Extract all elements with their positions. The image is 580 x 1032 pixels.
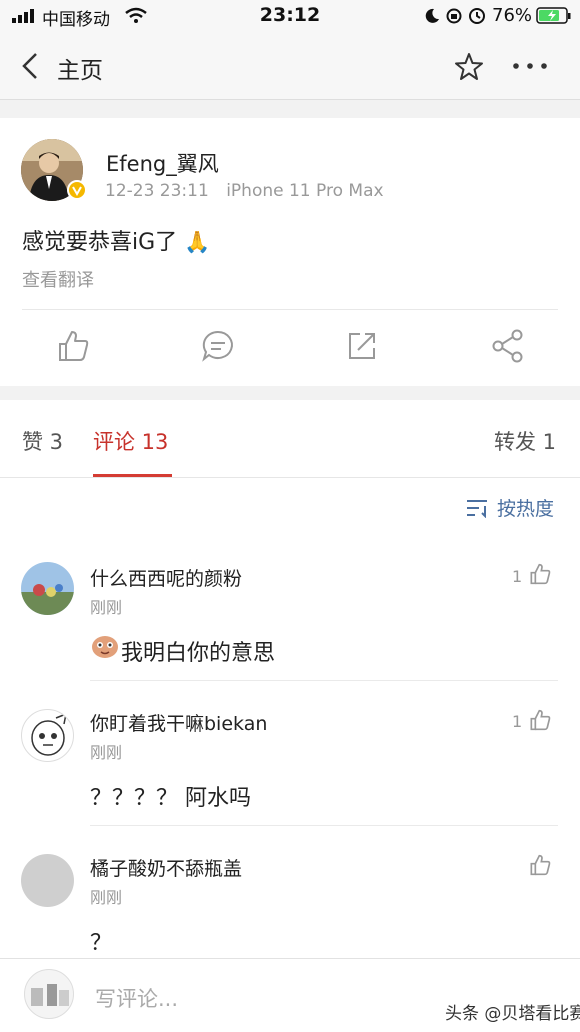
share-icon[interactable] bbox=[490, 328, 526, 364]
post-meta: 12-23 23:11 iPhone 11 Pro Max bbox=[105, 181, 384, 201]
alarm-icon bbox=[469, 8, 485, 24]
tab-bar: 赞 3 评论 13 转发 1 bbox=[0, 400, 580, 478]
comment-divider bbox=[90, 680, 558, 681]
commenter-name[interactable]: 什么西西呢的颜粉 bbox=[90, 564, 242, 591]
battery-percent: 76% bbox=[492, 5, 533, 26]
tab-comments[interactable]: 评论 13 bbox=[93, 426, 168, 456]
comment-like-count: 1 bbox=[512, 567, 523, 586]
comment-time: 刚刚 bbox=[90, 743, 123, 762]
like-icon[interactable] bbox=[55, 328, 91, 364]
commenter-photo bbox=[31, 712, 68, 756]
pray-emoji: 🙏 bbox=[184, 230, 211, 254]
divider bbox=[22, 309, 558, 310]
back-icon[interactable] bbox=[20, 52, 40, 80]
commenter-avatar[interactable] bbox=[21, 709, 74, 762]
comment-like-icon[interactable] bbox=[528, 853, 552, 877]
moon-icon bbox=[425, 8, 439, 23]
tab-likes[interactable]: 赞 3 bbox=[22, 426, 63, 456]
my-avatar-photo bbox=[31, 984, 69, 1006]
nav-bar: 主页 bbox=[0, 32, 580, 100]
commenter-name[interactable]: 你盯着我干嘛biekan bbox=[90, 709, 267, 736]
comment-time: 刚刚 bbox=[90, 598, 123, 617]
verified-badge-icon bbox=[67, 180, 87, 200]
comment-icon[interactable] bbox=[200, 328, 236, 364]
translate-link[interactable]: 查看翻译 bbox=[22, 266, 94, 292]
tab-reposts[interactable]: 转发 1 bbox=[494, 426, 556, 456]
post-device: iPhone 11 Pro Max bbox=[226, 181, 384, 201]
post-card: Efeng_翼风 12-23 23:11 iPhone 11 Pro Max 感… bbox=[0, 118, 580, 386]
comment-text: ？ bbox=[90, 931, 113, 956]
comment-divider bbox=[90, 825, 558, 826]
commenter-avatar[interactable] bbox=[21, 854, 74, 907]
comment-like-count: 1 bbox=[512, 712, 523, 731]
commenter-avatar[interactable] bbox=[21, 562, 74, 615]
sort-icon[interactable] bbox=[465, 498, 491, 518]
watermark: 头条 @贝塔看比赛 bbox=[445, 1004, 580, 1024]
comment-text: ？？？？ 阿水吗 bbox=[90, 786, 251, 811]
commenter-photo bbox=[21, 562, 74, 615]
post-date: 12-23 23:11 bbox=[105, 181, 209, 201]
tab-active-indicator bbox=[93, 474, 172, 477]
battery-icon bbox=[536, 7, 571, 24]
comment-like-icon[interactable] bbox=[528, 562, 552, 586]
page-title: 主页 bbox=[57, 58, 103, 84]
commenter-name[interactable]: 橘子酸奶不舔瓶盖 bbox=[90, 854, 242, 881]
comment-like-icon[interactable] bbox=[528, 708, 552, 732]
repost-icon[interactable] bbox=[344, 328, 380, 364]
star-icon[interactable] bbox=[454, 52, 484, 82]
my-avatar bbox=[24, 969, 74, 1019]
author-name[interactable]: Efeng_翼风 bbox=[106, 148, 219, 178]
status-bar: 中国移动 23:12 76% bbox=[0, 0, 580, 32]
orientation-lock-icon bbox=[446, 8, 462, 24]
post-text-body: 感觉要恭喜iG了 bbox=[22, 230, 178, 255]
sort-button[interactable]: 按热度 bbox=[497, 494, 554, 521]
comment-list: 按热度 什么西西呢的颜粉 刚刚 1 我明白你的意思 你盯着我干嘛biekan 刚… bbox=[0, 478, 580, 958]
comment-text: 我明白你的意思 bbox=[121, 641, 276, 666]
more-icon[interactable] bbox=[512, 62, 548, 70]
post-text: 感觉要恭喜iG了 🙏 bbox=[22, 224, 210, 256]
sticker-icon bbox=[92, 636, 118, 658]
comment-input[interactable]: 写评论... bbox=[95, 983, 178, 1013]
comment-time: 刚刚 bbox=[90, 888, 123, 907]
comment-input-bar: 写评论... 头条 @贝塔看比赛 bbox=[0, 958, 580, 1032]
